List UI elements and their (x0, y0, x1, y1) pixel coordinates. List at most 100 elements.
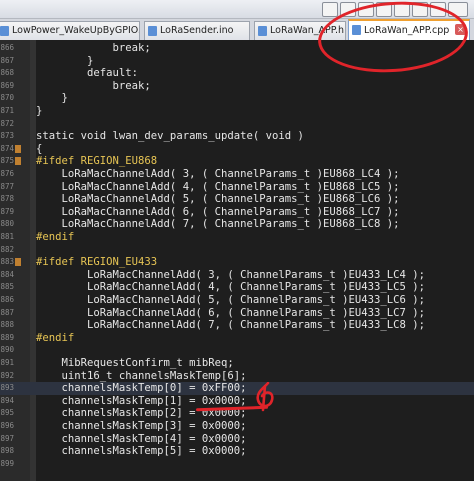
code-text: LoRaMacChannelAdd( 7, ( ChannelParams_t … (36, 218, 400, 231)
code-line[interactable]: 878 LoRaMacChannelAdd( 5, ( ChannelParam… (0, 193, 474, 206)
line-number: 881 (0, 232, 14, 241)
code-text: } (36, 54, 94, 67)
line-number: 871 (0, 106, 14, 115)
close-window-icon[interactable] (448, 2, 468, 17)
code-line[interactable]: 884 LoRaMacChannelAdd( 3, ( ChannelParam… (0, 269, 474, 282)
code-text: LoRaMacChannelAdd( 4, ( ChannelParams_t … (36, 281, 426, 294)
code-line[interactable]: 877 LoRaMacChannelAdd( 4, ( ChannelParam… (0, 181, 474, 194)
tab-label: LowPower_WakeUpByGPIO.ino (12, 25, 139, 36)
code-text: { (36, 142, 43, 155)
code-line[interactable]: 893 channelsMaskTemp[0] = 0xFF00; (0, 382, 474, 395)
toolbar-button-icon[interactable] (376, 2, 392, 17)
code-line[interactable]: 899 (0, 458, 474, 471)
code-line[interactable]: 876 LoRaMacChannelAdd( 3, ( ChannelParam… (0, 168, 474, 181)
line-number: 895 (0, 408, 14, 418)
code-line[interactable]: 889 #endif (0, 332, 474, 345)
code-line[interactable]: 886 LoRaMacChannelAdd( 5, ( ChannelParam… (0, 294, 474, 307)
code-line[interactable]: 875 #ifdef REGION_EU868 (0, 155, 474, 168)
file-icon (352, 25, 361, 35)
toolbar-button-icon[interactable] (358, 2, 374, 17)
tab-lowpower[interactable]: LowPower_WakeUpByGPIO.ino (0, 21, 140, 40)
line-number: 891 (0, 358, 14, 367)
line-number: 872 (0, 118, 14, 128)
code-line[interactable]: 870 } (0, 92, 474, 105)
code-text: MibRequestConfirm_t mibReq; (36, 357, 234, 369)
line-number: 882 (0, 244, 14, 254)
line-number: 890 (0, 345, 14, 355)
code-text: channelsMaskTemp[4] = 0x0000; (36, 432, 247, 445)
toolbar-button-icon[interactable] (412, 2, 428, 17)
code-line[interactable]: 872 (0, 118, 474, 131)
line-number: 887 (0, 307, 14, 317)
code-text: LoRaMacChannelAdd( 5, ( ChannelParams_t … (36, 294, 426, 306)
red-scribble-annotation (256, 382, 274, 412)
line-number: 886 (0, 295, 14, 304)
code-text: #endif (36, 231, 75, 243)
code-line[interactable]: 896 channelsMaskTemp[3] = 0x0000; (0, 420, 474, 433)
code-line[interactable]: 891 MibRequestConfirm_t mibReq; (0, 357, 474, 370)
line-number: 880 (0, 219, 14, 229)
fold-marker-icon[interactable] (15, 258, 21, 267)
line-number: 885 (0, 282, 14, 292)
code-text: LoRaMacChannelAdd( 7, ( ChannelParams_t … (36, 319, 426, 332)
code-line[interactable]: 880 LoRaMacChannelAdd( 7, ( ChannelParam… (0, 218, 474, 231)
code-line[interactable]: 867 } (0, 55, 474, 68)
code-text: channelsMaskTemp[0] = 0xFF00; (36, 382, 247, 395)
line-number: 870 (0, 93, 14, 103)
toolbar-button-icon[interactable] (430, 2, 446, 17)
close-tab-icon[interactable]: × (455, 24, 466, 35)
code-text: break; (36, 42, 151, 54)
code-line[interactable]: 874 { (0, 143, 474, 156)
line-number: 867 (0, 55, 14, 65)
toolbar-button-icon[interactable] (394, 2, 410, 17)
code-line[interactable]: 871} (0, 105, 474, 118)
code-text: channelsMaskTemp[1] = 0x0000; (36, 394, 247, 407)
line-number: 883 (0, 257, 14, 267)
code-line[interactable]: 873 static void lwan_dev_params_update( v… (0, 130, 474, 143)
fold-marker-icon[interactable] (15, 144, 21, 153)
file-tabs: LowPower_WakeUpByGPIO.ino LoRaSender.ino… (0, 19, 474, 40)
code-line[interactable]: 882 (0, 244, 474, 257)
line-number: 875 (0, 156, 14, 166)
line-number: 897 (0, 433, 14, 443)
tab-lorawan-app-h[interactable]: LoRaWan_APP.h (254, 21, 346, 40)
code-text: #ifdef REGION_EU868 (36, 155, 158, 168)
code-text: default: (36, 67, 139, 80)
code-line[interactable]: 890 (0, 344, 474, 357)
toolbar (0, 0, 474, 19)
fold-marker-icon[interactable] (15, 157, 21, 166)
file-icon (148, 26, 157, 36)
code-line[interactable]: 898 channelsMaskTemp[5] = 0x0000; (0, 445, 474, 458)
code-text: channelsMaskTemp[5] = 0x0000; (36, 445, 247, 458)
code-line[interactable]: 881 #endif (0, 231, 474, 244)
tab-lorasender[interactable]: LoRaSender.ino (144, 21, 250, 40)
toolbar-button-icon[interactable] (322, 2, 338, 17)
code-text: channelsMaskTemp[3] = 0x0000; (36, 420, 247, 432)
tab-label: LoRaSender.ino (160, 25, 234, 36)
line-number: 874 (0, 143, 14, 153)
toolbar-button-icon[interactable] (340, 2, 356, 17)
code-line[interactable]: 869 break; (0, 80, 474, 93)
code-line[interactable]: 866 break; (0, 42, 474, 55)
line-number: 898 (0, 446, 14, 456)
code-text: LoRaMacChannelAdd( 6, ( ChannelParams_t … (36, 306, 426, 319)
code-line[interactable]: 892 uint16_t channelsMaskTemp[6]; (0, 370, 474, 383)
code-line[interactable]: 885 LoRaMacChannelAdd( 4, ( ChannelParam… (0, 281, 474, 294)
line-number: 879 (0, 206, 14, 216)
code-line[interactable]: 868 default: (0, 67, 474, 80)
line-number: 878 (0, 194, 14, 204)
line-number: 888 (0, 320, 14, 330)
code-text: LoRaMacChannelAdd( 3, ( ChannelParams_t … (36, 268, 426, 281)
code-line[interactable]: 887 LoRaMacChannelAdd( 6, ( ChannelParam… (0, 307, 474, 320)
code-editor[interactable]: 866 break; 867 } 868 default: 869 break; 870… (0, 40, 474, 481)
line-number: 892 (0, 370, 14, 380)
code-line[interactable]: 879 LoRaMacChannelAdd( 6, ( ChannelParam… (0, 206, 474, 219)
code-line[interactable]: 894 channelsMaskTemp[1] = 0x0000; (0, 395, 474, 408)
line-number: 893 (0, 383, 14, 393)
code-line[interactable]: 888 LoRaMacChannelAdd( 7, ( ChannelParam… (0, 319, 474, 332)
code-line[interactable]: 897 channelsMaskTemp[4] = 0x0000; (0, 433, 474, 446)
file-icon (0, 26, 9, 36)
tab-lorawan-app-cpp[interactable]: LoRaWan_APP.cpp × (348, 19, 470, 40)
code-line[interactable]: 883 #ifdef REGION_EU433 (0, 256, 474, 269)
code-text: } (36, 105, 43, 117)
